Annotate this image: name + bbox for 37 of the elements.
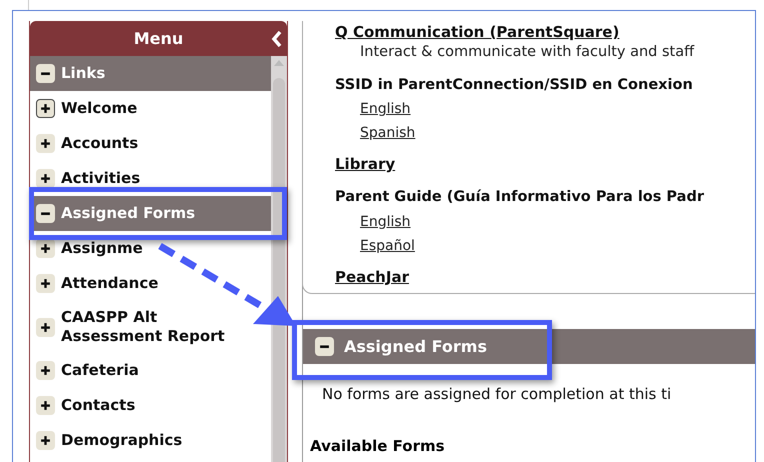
plus-icon[interactable] (36, 361, 55, 380)
minus-icon[interactable] (36, 64, 55, 83)
empty-message: No forms are assigned for completion at this ti (322, 384, 672, 402)
section-heading: SSID in ParentConnection/SSID en Conexion (335, 78, 694, 92)
menu-item[interactable]: Cafeteria (30, 353, 271, 388)
menu-item[interactable]: Welcome (30, 91, 271, 126)
section-heading: Parent Guide (Guía Informativo Para los Padr (335, 190, 705, 204)
plus-icon[interactable] (36, 99, 55, 118)
link-description: Interact & communicate with faculty and staff (359, 45, 696, 60)
link[interactable]: Español (335, 238, 755, 252)
link[interactable]: English (335, 214, 755, 228)
section-heading: Available Forms (310, 436, 446, 454)
plus-icon[interactable] (36, 169, 55, 188)
link[interactable]: English (335, 102, 755, 116)
link[interactable]: Spanish (335, 126, 755, 140)
section-header[interactable]: Assigned Forms (303, 328, 755, 364)
link[interactable]: PeachJar (335, 270, 755, 284)
plus-icon[interactable] (36, 134, 55, 153)
plus-icon[interactable] (36, 431, 55, 450)
menu-item[interactable]: Links (30, 56, 271, 91)
plus-icon[interactable] (36, 318, 55, 336)
menu-item[interactable]: Assignme (30, 231, 271, 266)
menu-item[interactable]: Demographics (30, 423, 271, 458)
menu-item[interactable]: Contacts (30, 388, 271, 423)
minus-icon[interactable] (36, 204, 55, 223)
collapse-chevron-icon[interactable] (271, 31, 283, 47)
menu-item[interactable]: Accounts (30, 126, 271, 161)
menu-item[interactable]: Attendance (30, 266, 271, 301)
plus-icon[interactable] (36, 274, 55, 293)
menu-title: Menu (134, 29, 184, 48)
minus-icon[interactable] (315, 336, 334, 356)
link[interactable]: Library (335, 157, 755, 172)
menu-item[interactable]: Activities (30, 161, 271, 196)
plus-icon[interactable] (36, 239, 55, 258)
link[interactable]: Q Communication (ParentSquare) (335, 25, 755, 40)
menu-item[interactable]: CAASPP Alt Assessment Report (30, 301, 271, 353)
plus-icon[interactable] (36, 396, 55, 415)
